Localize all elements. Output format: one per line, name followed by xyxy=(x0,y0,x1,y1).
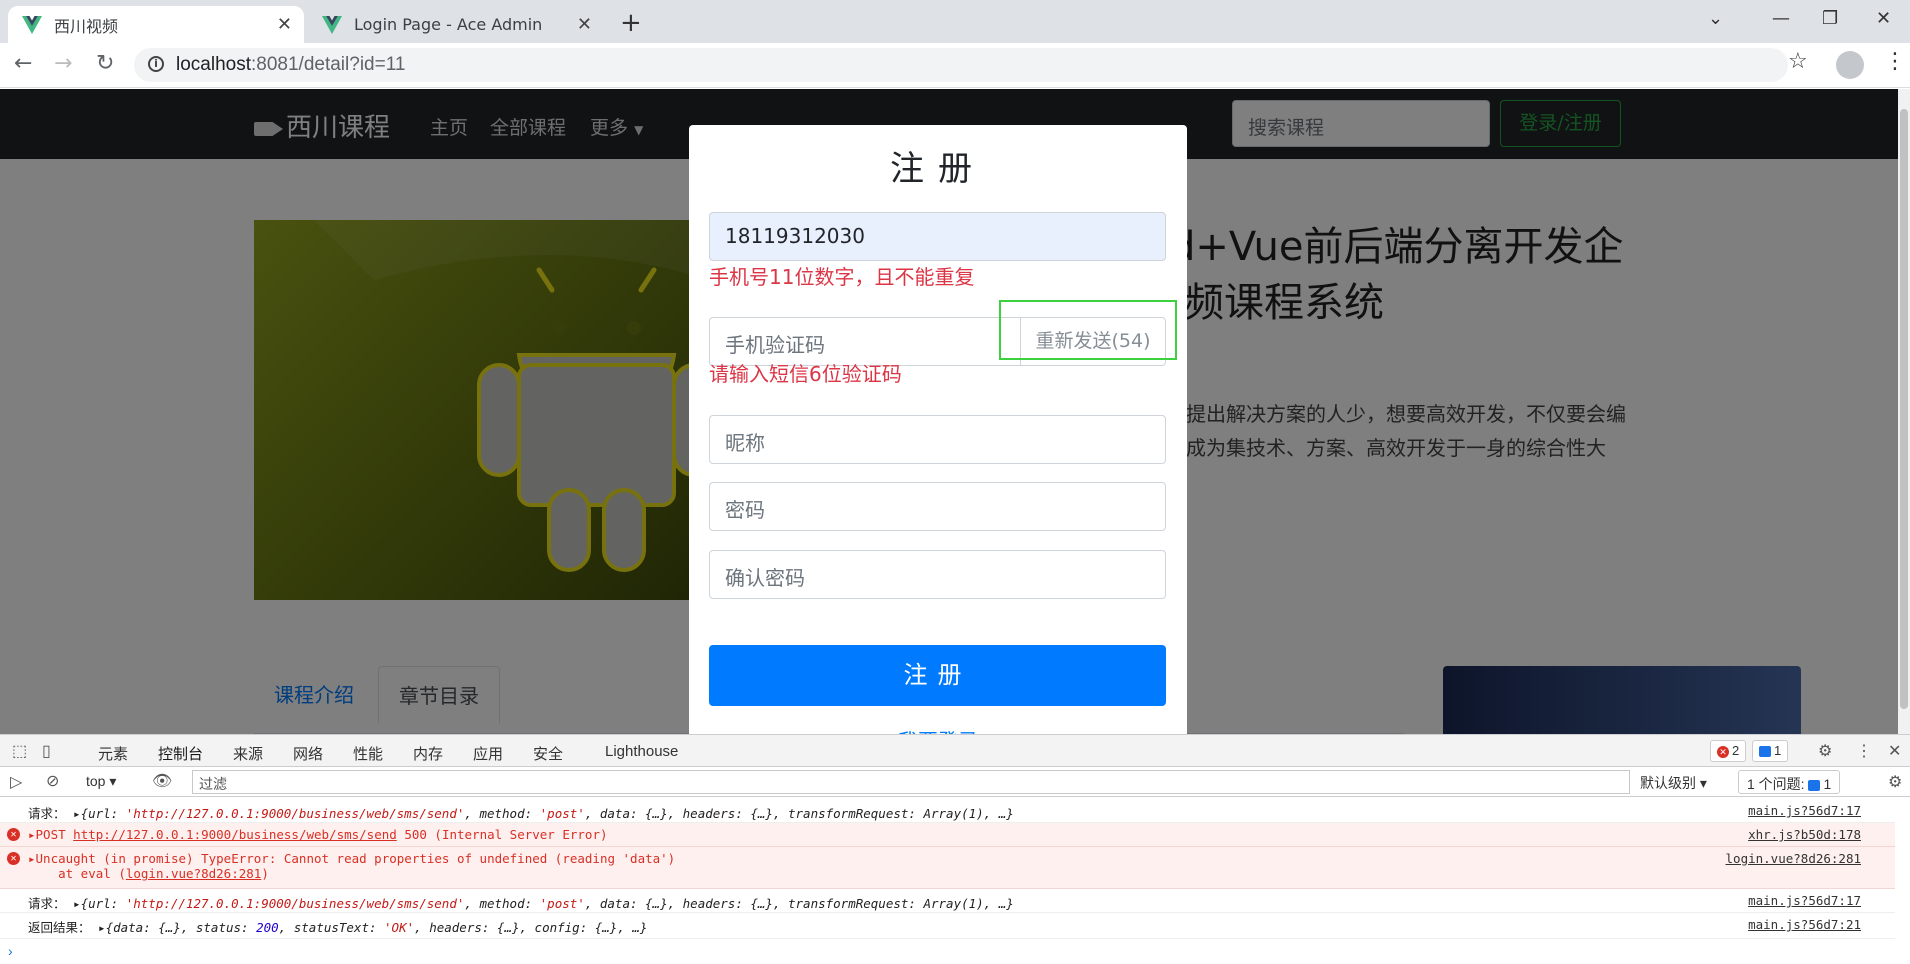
log-source-link[interactable]: login.vue?8d26:281 xyxy=(1726,851,1861,866)
message-icon xyxy=(1759,746,1771,758)
log-levels-dropdown[interactable]: 默认级别 ▾ xyxy=(1640,773,1707,793)
browser-toolbar: ← → ↻ i localhost:8081/detail?id=11 ☆ ⋮ xyxy=(0,43,1910,88)
browser-tab-active[interactable]: 西川视频 ✕ xyxy=(8,6,304,43)
browser-tab[interactable]: Login Page - Ace Admin ✕ xyxy=(308,6,604,43)
devtools-tab-sources[interactable]: 来源 xyxy=(233,743,263,764)
nickname-input[interactable]: 昵称 xyxy=(709,415,1166,464)
phone-hint: 手机号11位数字，且不能重复 xyxy=(709,265,975,289)
clear-console-icon[interactable]: ⊘ xyxy=(46,771,59,791)
console-log-row[interactable]: 返回结果： ▸{data: {…}, status: 200, statusTe… xyxy=(0,913,1895,939)
message-icon xyxy=(1808,779,1821,791)
back-arrow-icon[interactable]: ← xyxy=(14,51,32,76)
restore-icon[interactable]: ❐ xyxy=(1822,8,1838,29)
console-error-row[interactable]: ✕ ▸POST http://127.0.0.1:9000/business/w… xyxy=(0,823,1895,847)
devtools-tab-elements[interactable]: 元素 xyxy=(98,743,128,764)
error-icon: ✕ xyxy=(7,852,20,865)
register-modal: 注册 18119312030 手机号11位数字，且不能重复 手机验证码 重新发送… xyxy=(689,125,1187,734)
settings-gear-icon[interactable]: ⚙ xyxy=(1818,741,1832,761)
sidebar-toggle-icon[interactable]: ▷ xyxy=(10,772,22,792)
go-login-link[interactable]: 我要登录 xyxy=(689,725,1187,734)
vue-logo-icon xyxy=(322,15,342,34)
context-selector[interactable]: top ▾ xyxy=(86,773,116,790)
console-filter-bar: ▷ ⊘ top ▾ 👁 过滤 默认级别 ▾ 1 个问题: 1 ⚙ xyxy=(0,767,1910,797)
devtools-tab-application[interactable]: 应用 xyxy=(473,743,503,764)
devtools-tab-console[interactable]: 控制台 xyxy=(149,743,212,773)
web-page: 西川课程 主页 全部课程 更多 ▼ 搜索课程 登录/注册 d+Vue前后 xyxy=(0,89,1898,734)
message-count-badge[interactable]: 1 xyxy=(1752,740,1789,762)
issues-button[interactable]: 1 个问题: 1 xyxy=(1738,770,1841,794)
highlight-box xyxy=(999,300,1177,360)
bookmark-star-icon[interactable]: ☆ xyxy=(1788,49,1808,74)
devtools-tabbar: ⬚ ▯ 元素 控制台 来源 网络 性能 内存 应用 安全 Lighthouse … xyxy=(0,735,1910,773)
console-log-row[interactable]: 请求： ▸{url: 'http://127.0.0.1:9000/busine… xyxy=(0,889,1895,913)
phone-input[interactable]: 18119312030 xyxy=(709,212,1166,261)
site-info-icon[interactable]: i xyxy=(148,56,164,72)
confirm-password-input[interactable]: 确认密码 xyxy=(709,550,1166,599)
close-tab-icon[interactable]: ✕ xyxy=(577,14,592,35)
url-text: localhost:8081/detail?id=11 xyxy=(176,54,406,75)
inspect-element-icon[interactable]: ⬚ xyxy=(12,741,27,761)
minimize-icon[interactable]: — xyxy=(1772,8,1790,29)
modal-title: 注册 xyxy=(890,149,986,189)
tab-title: 西川视频 xyxy=(54,16,119,36)
devtools-menu-icon[interactable]: ⋮ xyxy=(1856,741,1872,761)
browser-menu-icon[interactable]: ⋮ xyxy=(1884,49,1906,74)
live-expression-eye-icon[interactable]: 👁 xyxy=(152,771,172,791)
console-log-row[interactable]: 请求： ▸{url: 'http://127.0.0.1:9000/busine… xyxy=(0,799,1895,823)
browser-tab-strip: 西川视频 ✕ Login Page - Ace Admin ✕ + ⌄ — ❐ … xyxy=(0,0,1910,43)
log-source-link[interactable]: main.js?56d7:17 xyxy=(1748,893,1861,908)
error-count-badge[interactable]: ✕ 2 xyxy=(1710,740,1747,762)
scrollbar-thumb[interactable] xyxy=(1900,109,1908,709)
devtools-tab-performance[interactable]: 性能 xyxy=(353,743,383,764)
console-filter-input[interactable]: 过滤 xyxy=(192,770,1630,794)
error-icon: ✕ xyxy=(1717,745,1729,758)
log-source-link[interactable]: main.js?56d7:17 xyxy=(1748,803,1861,818)
devtools-tab-memory[interactable]: 内存 xyxy=(413,743,443,764)
page-scrollbar[interactable] xyxy=(1898,89,1910,734)
error-icon: ✕ xyxy=(7,828,20,841)
tab-search-chevron-icon[interactable]: ⌄ xyxy=(1708,8,1723,29)
devtools-tab-lighthouse[interactable]: Lighthouse xyxy=(605,743,678,760)
reload-icon[interactable]: ↻ xyxy=(96,51,114,76)
vue-logo-icon xyxy=(22,15,42,34)
close-window-icon[interactable]: ✕ xyxy=(1876,8,1891,29)
profile-avatar[interactable] xyxy=(1836,51,1864,79)
console-error-row[interactable]: ✕ ▸Uncaught (in promise) TypeError: Cann… xyxy=(0,847,1895,889)
password-input[interactable]: 密码 xyxy=(709,482,1166,531)
devtools-panel: ⬚ ▯ 元素 控制台 来源 网络 性能 内存 应用 安全 Lighthouse … xyxy=(0,734,1910,964)
log-source-link[interactable]: xhr.js?b50d:178 xyxy=(1748,827,1861,842)
close-devtools-icon[interactable]: ✕ xyxy=(1888,741,1901,761)
log-source-link[interactable]: main.js?56d7:21 xyxy=(1748,917,1861,932)
console-settings-gear-icon[interactable]: ⚙ xyxy=(1888,772,1902,792)
register-button[interactable]: 注册 xyxy=(709,645,1166,706)
tab-title: Login Page - Ace Admin xyxy=(354,15,543,34)
console-prompt-icon[interactable]: › xyxy=(8,943,13,959)
devtools-tab-security[interactable]: 安全 xyxy=(533,743,563,764)
new-tab-icon[interactable]: + xyxy=(620,8,642,38)
forward-arrow-icon[interactable]: → xyxy=(54,51,72,76)
address-bar[interactable]: i localhost:8081/detail?id=11 xyxy=(134,48,1788,82)
sms-code-hint: 请输入短信6位验证码 xyxy=(709,362,902,386)
device-toolbar-icon[interactable]: ▯ xyxy=(42,741,51,761)
close-tab-icon[interactable]: ✕ xyxy=(277,14,292,35)
devtools-tab-network[interactable]: 网络 xyxy=(293,743,323,764)
